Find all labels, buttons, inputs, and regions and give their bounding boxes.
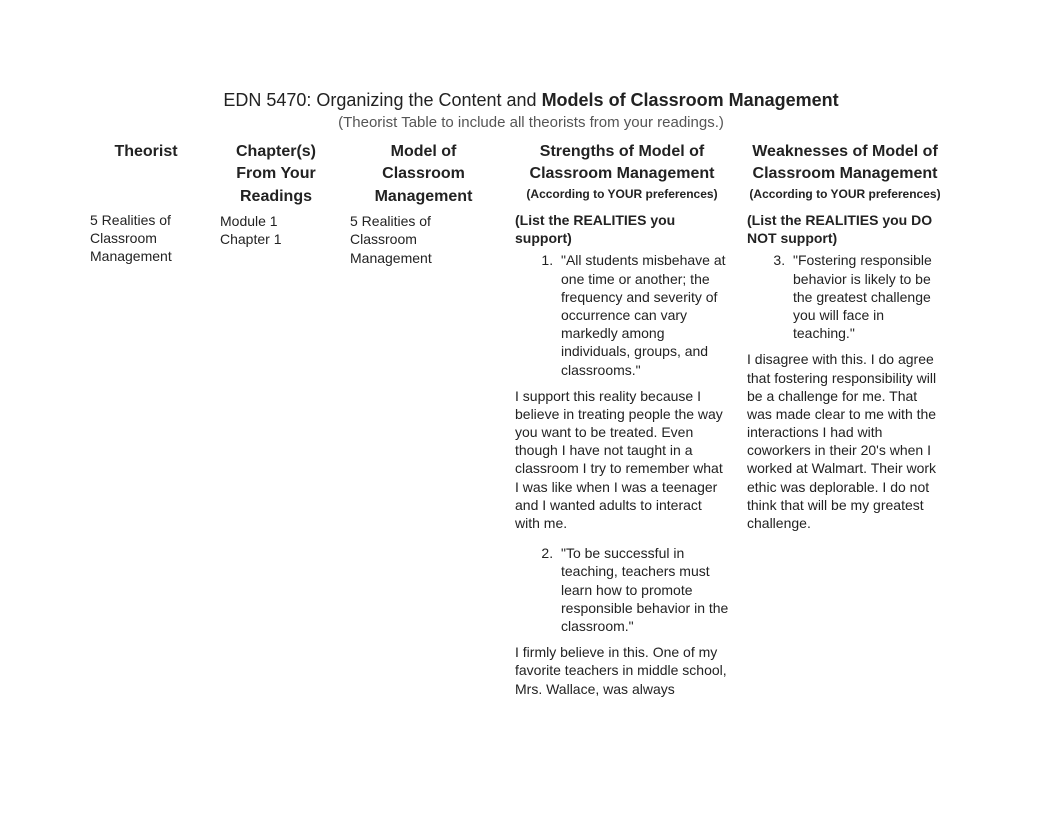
col-model: Model of Classroom Management 5 Realitie… xyxy=(340,137,505,710)
col-strengths: Strengths of Model of Classroom Manageme… xyxy=(505,137,737,710)
header-weaknesses-sub: (According to YOUR preferences) xyxy=(747,186,943,203)
strength-item-2: "To be successful in teaching, teachers … xyxy=(557,544,729,635)
col-theorist: Theorist 5 Realities of Classroom Manage… xyxy=(80,137,210,710)
header-model: Model of Classroom Management xyxy=(350,141,497,212)
chapters-line1: Module 1 xyxy=(220,212,332,230)
strength-item-1: "All students misbehave at one time or a… xyxy=(557,251,729,378)
weakness-item-3: "Fostering responsible behavior is likel… xyxy=(789,251,943,342)
title-bold: Models of Classroom Management xyxy=(542,90,839,110)
cell-chapters: Module 1 Chapter 1 xyxy=(220,212,332,248)
theorist-table: Theorist 5 Realities of Classroom Manage… xyxy=(80,137,982,710)
header-strengths: Strengths of Model of Classroom Manageme… xyxy=(515,141,729,211)
header-theorist: Theorist xyxy=(90,141,202,211)
cell-model: 5 Realities of Classroom Management xyxy=(350,212,497,267)
weaknesses-heading: (List the REALITIES you DO NOT support) xyxy=(747,211,943,247)
title-prefix: EDN 5470: Organizing the Content and xyxy=(223,90,541,110)
header-strengths-main: Strengths of Model of Classroom Manageme… xyxy=(515,141,729,186)
header-weaknesses-main: Weaknesses of Model of Classroom Managem… xyxy=(747,141,943,186)
cell-weaknesses: (List the REALITIES you DO NOT support) … xyxy=(747,211,943,532)
strength-para-2: I firmly believe in this. One of my favo… xyxy=(515,643,729,698)
weakness-para-1: I disagree with this. I do agree that fo… xyxy=(747,350,943,532)
strength-list-2: "To be successful in teaching, teachers … xyxy=(515,544,729,635)
chapters-line2: Chapter 1 xyxy=(220,230,332,248)
page-title: EDN 5470: Organizing the Content and Mod… xyxy=(80,90,982,111)
cell-theorist: 5 Realities of Classroom Management xyxy=(90,211,202,266)
page-subtitle: (Theorist Table to include all theorists… xyxy=(80,114,982,131)
strength-para-1: I support this reality because I believe… xyxy=(515,387,729,533)
document-page: EDN 5470: Organizing the Content and Mod… xyxy=(0,0,1062,710)
strength-list-1: "All students misbehave at one time or a… xyxy=(515,251,729,378)
col-chapters: Chapter(s) From Your Readings Module 1 C… xyxy=(210,137,340,710)
header-weaknesses: Weaknesses of Model of Classroom Managem… xyxy=(747,141,943,211)
weakness-list-3: "Fostering responsible behavior is likel… xyxy=(747,251,943,342)
header-strengths-sub: (According to YOUR preferences) xyxy=(515,186,729,203)
col-weaknesses: Weaknesses of Model of Classroom Managem… xyxy=(737,137,951,710)
strengths-heading: (List the REALITIES you support) xyxy=(515,211,729,247)
cell-strengths: (List the REALITIES you support) "All st… xyxy=(515,211,729,698)
header-chapters: Chapter(s) From Your Readings xyxy=(220,141,332,212)
